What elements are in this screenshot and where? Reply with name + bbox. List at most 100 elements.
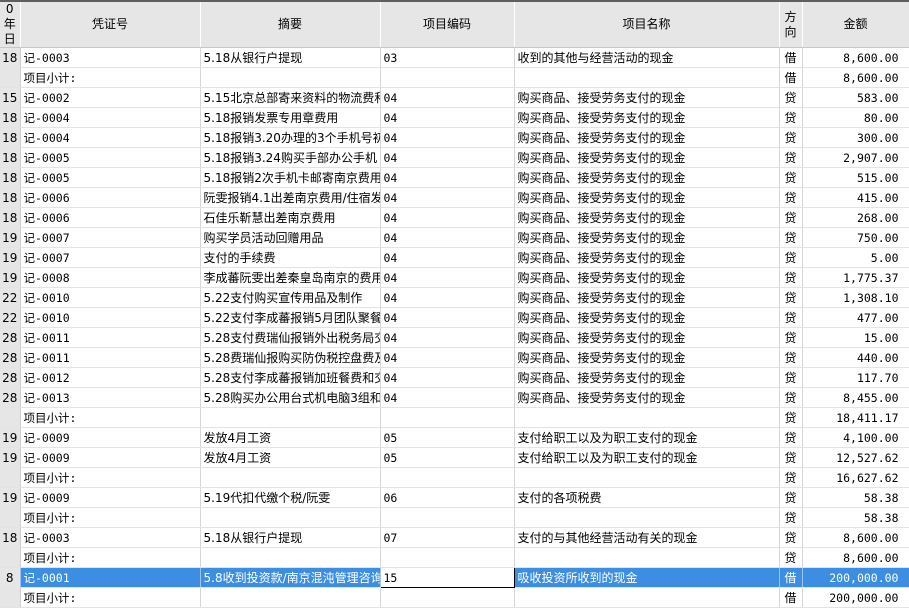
cell-amount[interactable]: 8,600.00: [802, 547, 909, 568]
cell-day[interactable]: 18: [0, 127, 21, 148]
cell-name[interactable]: 购买商品、接受劳务支付的现金: [514, 227, 780, 248]
table-row[interactable]: 18 记-0006 石佳乐靳慧出差南京费用 04 购买商品、接受劳务支付的现金贷 268.…: [0, 207, 909, 228]
cell-dir[interactable]: 贷: [779, 387, 803, 408]
cell-dir[interactable]: 贷: [779, 547, 803, 568]
cell-day[interactable]: [0, 407, 21, 428]
cell-day[interactable]: 22: [0, 287, 21, 308]
cell-name[interactable]: 购买商品、接受劳务支付的现金: [514, 347, 780, 368]
cell-dir[interactable]: 借: [779, 47, 803, 68]
cell-summary[interactable]: 5.18报销2次手机卡邮寄南京费用: [200, 167, 381, 188]
cell-summary[interactable]: 石佳乐靳慧出差南京费用: [200, 207, 381, 228]
cell-voucher[interactable]: 记-0012: [20, 367, 201, 388]
cell-summary[interactable]: 5.22支付李成蕃报销5月团队聚餐费: [200, 307, 381, 328]
cell-code[interactable]: [380, 67, 515, 88]
cell-day[interactable]: 19: [0, 447, 21, 468]
cell-summary[interactable]: [200, 467, 381, 488]
cell-day[interactable]: 18: [0, 47, 21, 68]
cell-summary[interactable]: 5.15北京总部寄来资料的物流费和: [200, 87, 381, 108]
cell-amount[interactable]: 4,100.00: [802, 427, 909, 448]
cell-voucher[interactable]: 记-0010: [20, 307, 201, 328]
cell-summary[interactable]: 购买学员活动回赠用品: [200, 227, 381, 248]
cell-name[interactable]: 购买商品、接受劳务支付的现金: [514, 307, 780, 328]
table-row[interactable]: 19 记-0009 5.19代扣代缴个税/阮雯 06 支付的各项税费贷 58.38: [0, 487, 909, 508]
cell-voucher[interactable]: 记-0005: [20, 147, 201, 168]
cell-summary[interactable]: 发放4月工资: [200, 427, 381, 448]
cell-amount[interactable]: 200,000.00: [802, 587, 909, 608]
cell-summary[interactable]: [200, 407, 381, 428]
cell-voucher[interactable]: 记-0009: [20, 447, 201, 468]
table-row[interactable]: 18 记-0003 5.18从银行户提现 03 收到的其他与经营活动的现金借 8,600.…: [0, 47, 909, 68]
cell-summary[interactable]: 阮雯报销4.1出差南京费用/住宿发: [200, 187, 381, 208]
cell-code[interactable]: 04: [380, 287, 515, 308]
subtotal-row[interactable]: 项目小计: 贷 16,627.62: [0, 467, 909, 488]
cell-voucher[interactable]: 项目小计:: [20, 67, 201, 88]
cell-amount[interactable]: 8,455.00: [802, 387, 909, 408]
cell-summary[interactable]: 支付的手续费: [200, 247, 381, 268]
cell-voucher[interactable]: 记-0009: [20, 427, 201, 448]
cell-code[interactable]: 04: [380, 247, 515, 268]
cell-summary[interactable]: [200, 587, 381, 608]
cell-summary[interactable]: 发放4月工资: [200, 447, 381, 468]
cell-day[interactable]: [0, 587, 21, 608]
cell-code[interactable]: 04: [380, 327, 515, 348]
cell-code[interactable]: 04: [380, 127, 515, 148]
cell-name[interactable]: 购买商品、接受劳务支付的现金: [514, 267, 780, 288]
cell-dir[interactable]: 贷: [779, 107, 803, 128]
cell-dir[interactable]: 贷: [779, 167, 803, 188]
cell-name[interactable]: 购买商品、接受劳务支付的现金: [514, 207, 780, 228]
subtotal-row[interactable]: 项目小计: 贷 8,600.00: [0, 547, 909, 568]
cell-name[interactable]: 收到的其他与经营活动的现金: [514, 47, 780, 68]
cell-day[interactable]: 19: [0, 267, 21, 288]
cell-amount[interactable]: 477.00: [802, 307, 909, 328]
cell-summary[interactable]: [200, 507, 381, 528]
header-code[interactable]: 项目编码: [380, 2, 515, 48]
cell-name[interactable]: 吸收投资所收到的现金: [514, 567, 780, 588]
table-row[interactable]: 19 记-0009 发放4月工资 05 支付给职工以及为职工支付的现金贷 4,100.00: [0, 427, 909, 448]
cell-amount[interactable]: 1,775.37: [802, 267, 909, 288]
cell-voucher[interactable]: 记-0011: [20, 347, 201, 368]
table-row[interactable]: 28 记-0012 5.28支付李成蕃报销加班餐费和交 04 购买商品、接受劳务支付的现…: [0, 367, 909, 388]
cell-code[interactable]: [380, 467, 515, 488]
cell-name[interactable]: 购买商品、接受劳务支付的现金: [514, 167, 780, 188]
header-day[interactable]: 0年 日: [0, 2, 21, 48]
table-row[interactable]: 19 记-0009 发放4月工资 05 支付给职工以及为职工支付的现金贷 12,527.6…: [0, 447, 909, 468]
cell-day[interactable]: 8: [0, 567, 21, 588]
cell-dir[interactable]: 借: [779, 587, 803, 608]
cell-code[interactable]: 04: [380, 147, 515, 168]
cell-dir[interactable]: 贷: [779, 347, 803, 368]
cell-summary[interactable]: [200, 547, 381, 568]
cell-code[interactable]: 07: [380, 527, 515, 548]
cell-name[interactable]: 购买商品、接受劳务支付的现金: [514, 127, 780, 148]
cell-voucher[interactable]: 项目小计:: [20, 547, 201, 568]
table-row[interactable]: 22 记-0010 5.22支付购买宣传用品及制作 04 购买商品、接受劳务支付的现金贷…: [0, 287, 909, 308]
cell-name[interactable]: 购买商品、接受劳务支付的现金: [514, 387, 780, 408]
cell-amount[interactable]: 8,600.00: [802, 47, 909, 68]
subtotal-row[interactable]: 项目小计: 借 200,000.00: [0, 587, 909, 608]
cell-dir[interactable]: 借: [779, 567, 803, 588]
cell-summary[interactable]: 5.28支付李成蕃报销加班餐费和交: [200, 367, 381, 388]
cell-code[interactable]: 03: [380, 47, 515, 68]
cell-name[interactable]: [514, 67, 780, 88]
cell-dir[interactable]: 贷: [779, 507, 803, 528]
cell-voucher[interactable]: 记-0003: [20, 527, 201, 548]
cell-name[interactable]: 购买商品、接受劳务支付的现金: [514, 107, 780, 128]
cell-amount[interactable]: 117.70: [802, 367, 909, 388]
cell-day[interactable]: 18: [0, 107, 21, 128]
cell-code[interactable]: 04: [380, 367, 515, 388]
header-voucher[interactable]: 凭证号: [20, 2, 201, 48]
cell-code[interactable]: 04: [380, 227, 515, 248]
table-row[interactable]: 18 记-0005 5.18报销3.24购买手部办公手机 04 购买商品、接受劳务支付的…: [0, 147, 909, 168]
cell-name[interactable]: [514, 507, 780, 528]
project-detail-grid[interactable]: 0年 日 凭证号 摘要 项目编码 项目名称 方 向 金额 18 记-0003 5.1…: [0, 0, 909, 609]
table-row[interactable]: 19 记-0007 支付的手续费 04 购买商品、接受劳务支付的现金贷 5.00: [0, 247, 909, 268]
cell-amount[interactable]: 2,907.00: [802, 147, 909, 168]
cell-summary[interactable]: 5.8收到投资款/南京混沌管理咨询: [200, 567, 381, 588]
cell-dir[interactable]: 贷: [779, 287, 803, 308]
cell-name[interactable]: 支付给职工以及为职工支付的现金: [514, 447, 780, 468]
cell-day[interactable]: 19: [0, 487, 21, 508]
cell-code[interactable]: 04: [380, 167, 515, 188]
cell-dir[interactable]: 贷: [779, 367, 803, 388]
cell-voucher[interactable]: 记-0004: [20, 107, 201, 128]
cell-dir[interactable]: 贷: [779, 407, 803, 428]
cell-summary[interactable]: 5.18报销3.24购买手部办公手机: [200, 147, 381, 168]
